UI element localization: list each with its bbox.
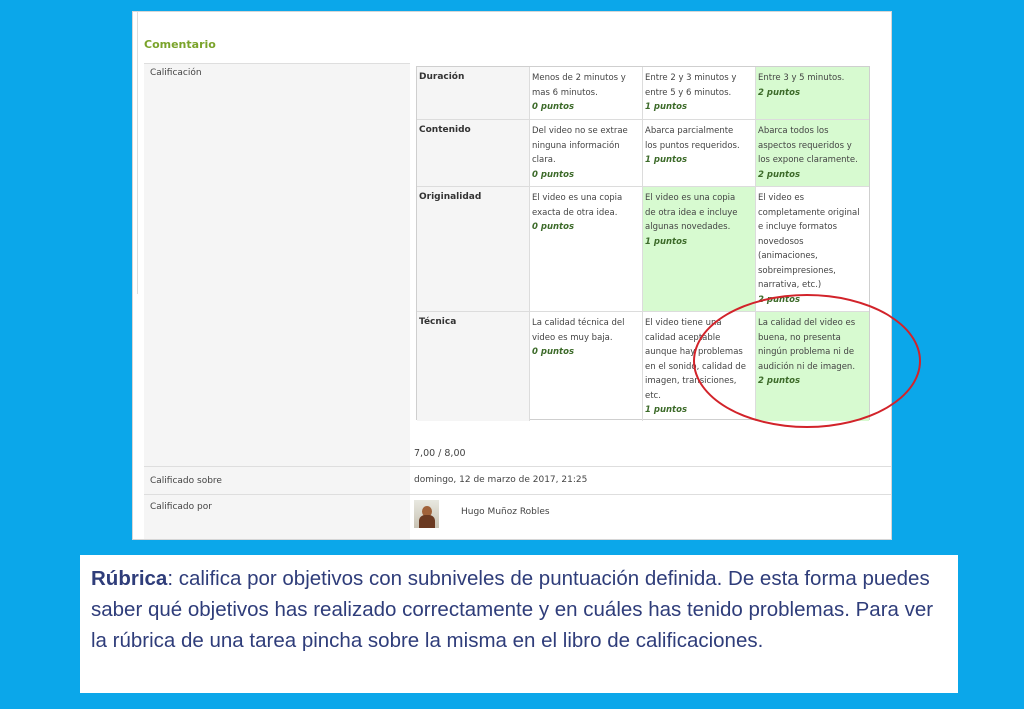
label-calificado-por: Calificado por — [150, 502, 212, 512]
level-description: El video es una copia exacta de otra ide… — [532, 193, 623, 218]
level-description: Del video no se extrae ninguna informaci… — [532, 126, 628, 165]
level-points: 0 puntos — [532, 169, 575, 180]
section-title: Comentario — [144, 38, 216, 51]
avatar[interactable] — [414, 500, 439, 528]
level-description: El video es una copia de otra idea e inc… — [645, 193, 738, 232]
rubric-row: Duración Menos de 2 minutos y mas 6 minut… — [417, 67, 869, 120]
level-points: 1 puntos — [645, 236, 688, 247]
rubric-criterion: Originalidad — [417, 187, 530, 311]
label-column: Calificación Calificado sobre Calificado… — [144, 63, 410, 539]
level-points: 2 puntos — [758, 87, 801, 98]
level-description: Entre 3 y 5 minutos. — [758, 73, 845, 83]
caption-term: Rúbrica — [91, 567, 168, 590]
grader-name[interactable]: Hugo Muñoz Robles — [461, 507, 550, 517]
highlight-circle — [693, 294, 921, 428]
level-description: Abarca todos los aspectos requeridos y l… — [758, 126, 858, 165]
level-points: 2 puntos — [758, 169, 801, 180]
rubric-level[interactable]: Abarca parcialmente los puntos requerido… — [643, 120, 756, 186]
divider — [144, 466, 891, 467]
rubric-level[interactable]: El video es completamente original e inc… — [756, 187, 869, 311]
level-description: El video es completamente original e inc… — [758, 193, 860, 290]
rubric-level[interactable]: Del video no se extrae ninguna informaci… — [530, 120, 643, 186]
rubric-level[interactable]: Menos de 2 minutos y mas 6 minutos. 0 pun… — [530, 67, 643, 119]
grade-score: 7,00 / 8,00 — [414, 448, 466, 459]
level-points: 0 puntos — [532, 102, 575, 112]
level-description: Abarca parcialmente los puntos requerido… — [645, 126, 740, 151]
rubric-criterion: Contenido — [417, 120, 530, 186]
rubric-level[interactable]: Abarca todos los aspectos requeridos y l… — [756, 120, 869, 186]
divider — [137, 12, 138, 294]
caption-text: : califica por objetivos con subniveles … — [91, 567, 934, 652]
rubric-row: Contenido Del video no se extrae ninguna … — [417, 120, 869, 187]
rubric-level[interactable]: El video es una copia de otra idea e inc… — [643, 187, 756, 311]
label-calificacion: Calificación — [150, 68, 202, 78]
rubric-criterion: Técnica — [417, 312, 530, 421]
level-points: 0 puntos — [532, 347, 575, 357]
level-description: Entre 2 y 3 minutos y entre 5 y 6 minuto… — [645, 73, 737, 98]
grading-screenshot: Comentario Calificación Calificado sobre… — [132, 11, 892, 540]
rubric-level[interactable]: Entre 2 y 3 minutos y entre 5 y 6 minuto… — [643, 67, 756, 119]
rubric-level[interactable]: La calidad técnica del video es muy baja… — [530, 312, 643, 421]
rubric-level[interactable]: El video es una copia exacta de otra ide… — [530, 187, 643, 311]
caption-box: Rúbrica: califica por objetivos con subn… — [80, 555, 958, 693]
graded-date: domingo, 12 de marzo de 2017, 21:25 — [414, 475, 588, 485]
level-description: Menos de 2 minutos y mas 6 minutos. — [532, 73, 626, 98]
divider — [144, 494, 891, 495]
level-description: La calidad técnica del video es muy baja… — [532, 318, 625, 343]
label-calificado-sobre: Calificado sobre — [150, 476, 222, 486]
level-points: 1 puntos — [645, 155, 688, 165]
rubric-level[interactable]: Entre 3 y 5 minutos. 2 puntos — [756, 67, 869, 119]
level-points: 0 puntos — [532, 222, 575, 232]
rubric-criterion: Duración — [417, 67, 530, 119]
level-points: 1 puntos — [645, 102, 688, 112]
